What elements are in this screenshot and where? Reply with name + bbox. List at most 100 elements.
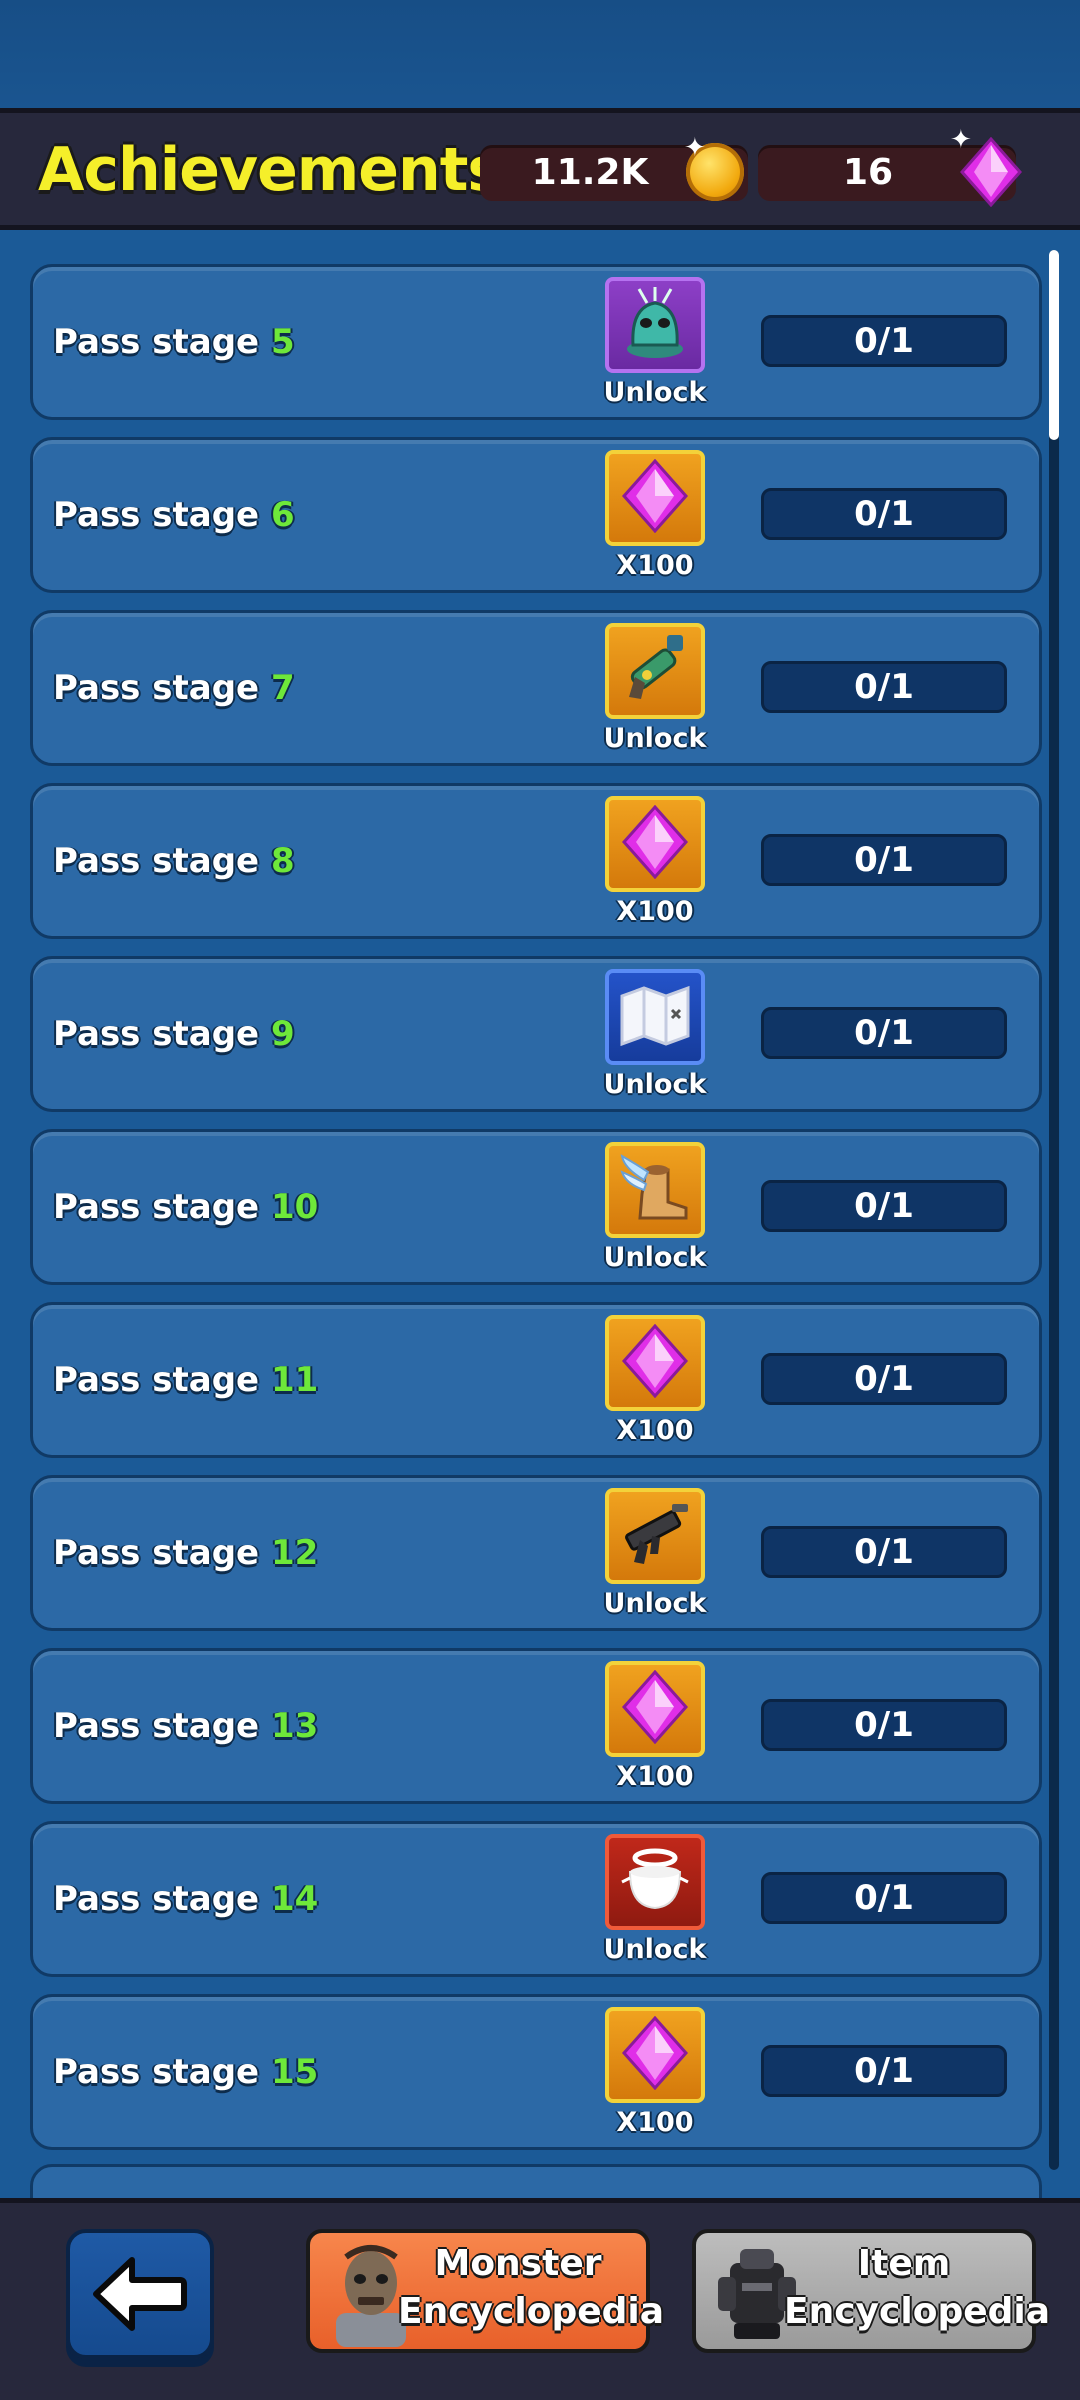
gem-icon [620, 2015, 690, 2094]
progress-text: 0/1 [854, 667, 914, 707]
achievement-prefix: Pass stage [53, 322, 271, 362]
achievement-row: Pass stage 7 Unlock 0/1 [30, 610, 1042, 766]
achievement-row: Pass stage 10 Unlock 0/1 [30, 1129, 1042, 1285]
achievement-prefix: Pass stage [53, 1014, 271, 1054]
reward-box[interactable] [605, 1834, 705, 1930]
achievement-label: Pass stage 11 [53, 1305, 318, 1455]
achievement-label: Pass stage 7 [53, 613, 295, 763]
sparkle-icon: ✦ [684, 133, 706, 163]
progress-text: 0/1 [854, 494, 914, 534]
reward-box[interactable] [605, 1661, 705, 1757]
gem-icon [620, 1669, 690, 1748]
reward-caption: X100 [616, 2107, 694, 2138]
achievement-label: Pass stage 10 [53, 1132, 318, 1282]
progress-bar: 0/1 [761, 661, 1007, 713]
achievement-row: Pass stage 13 X100 0/1 [30, 1648, 1042, 1804]
monster-encyclopedia-button[interactable]: Monster Encyclopedia [306, 2229, 665, 2353]
monster-encyclopedia-line2: Encyclopedia [398, 2291, 665, 2332]
stage-number: 15 [270, 2052, 319, 2092]
winged-boot-icon [616, 1150, 694, 1230]
gem-amount: 16 [842, 152, 894, 193]
smg-icon [616, 1496, 694, 1576]
stage-number: 13 [270, 1706, 319, 1746]
progress-text: 0/1 [854, 1013, 914, 1053]
item-encyclopedia-button[interactable]: Item Encyclopedia [692, 2229, 1050, 2353]
achievement-row: Pass stage 12 Unlock 0/1 [30, 1475, 1042, 1631]
achievement-prefix: Pass stage [53, 1360, 271, 1400]
achievement-row: Pass stage 14 Unlock 0/1 [30, 1821, 1042, 1977]
raygun-icon [617, 629, 693, 713]
progress-text: 0/1 [854, 1705, 914, 1745]
achievement-prefix: Pass stage [53, 1706, 271, 1746]
reward-box[interactable] [605, 796, 705, 892]
progress-bar: 0/1 [761, 1180, 1007, 1232]
footer-bar: Monster Encyclopedia Item Encyclopedia [0, 2198, 1080, 2400]
reward-caption: Unlock [603, 1069, 707, 1100]
progress-bar: 0/1 [761, 2045, 1007, 2097]
achievement-prefix: Pass stage [53, 1533, 271, 1573]
reward-caption: X100 [616, 1761, 694, 1792]
progress-text: 0/1 [854, 1878, 914, 1918]
sparkle-icon: ✦ [950, 125, 972, 155]
progress-text: 0/1 [854, 840, 914, 880]
reward-box[interactable] [605, 2007, 705, 2103]
reward-box[interactable] [605, 1315, 705, 1411]
reward-box[interactable] [605, 450, 705, 546]
reward-caption: Unlock [603, 1242, 707, 1273]
achievement-row: Pass stage 8 X100 0/1 [30, 783, 1042, 939]
reward-caption: Unlock [603, 1934, 707, 1965]
progress-text: 0/1 [854, 2051, 914, 2091]
stage-number: 5 [270, 322, 295, 362]
progress-bar: 0/1 [761, 1526, 1007, 1578]
map-icon [616, 980, 694, 1054]
achievement-list[interactable]: Pass stage 5 Unlock 0/1 Pass stage 6 X100 0/1… [0, 232, 1080, 2200]
back-arrow-icon [93, 2257, 187, 2331]
achievement-prefix: Pass stage [53, 2052, 271, 2092]
achievement-label: Pass stage 14 [53, 1824, 318, 1974]
achievement-label: Pass stage 9 [53, 959, 295, 1109]
reward-box[interactable] [605, 1142, 705, 1238]
halo-pot-icon [616, 1842, 694, 1922]
achievement-label: Pass stage 5 [53, 267, 295, 417]
achievement-row: Pass stage 15 X100 0/1 [30, 1994, 1042, 2150]
achievement-prefix: Pass stage [53, 841, 271, 881]
achievement-label: Pass stage 12 [53, 1478, 318, 1628]
top-background [0, 0, 1080, 110]
reward-caption: Unlock [603, 377, 707, 408]
gem-icon [620, 1323, 690, 1402]
back-button[interactable] [66, 2229, 214, 2359]
progress-bar: 0/1 [761, 1353, 1007, 1405]
monster-unlock-icon [617, 283, 693, 367]
achievement-prefix: Pass stage [53, 1879, 271, 1919]
progress-bar: 0/1 [761, 1699, 1007, 1751]
reward-box[interactable] [605, 623, 705, 719]
reward-caption: Unlock [603, 1588, 707, 1619]
achievement-row: Pass stage 5 Unlock 0/1 [30, 264, 1042, 420]
progress-bar: 0/1 [761, 315, 1007, 367]
reward-caption: Unlock [603, 723, 707, 754]
gem-icon [620, 458, 690, 537]
reward-box[interactable] [605, 277, 705, 373]
progress-text: 0/1 [854, 1186, 914, 1226]
item-encyclopedia-line1: Item [857, 2243, 951, 2284]
reward-box[interactable] [605, 969, 705, 1065]
achievement-row: Pass stage 9 Unlock 0/1 [30, 956, 1042, 1112]
progress-bar: 0/1 [761, 834, 1007, 886]
progress-bar: 0/1 [761, 1007, 1007, 1059]
reward-box[interactable] [605, 1488, 705, 1584]
scrollbar[interactable] [1049, 250, 1059, 2170]
progress-text: 0/1 [854, 321, 914, 361]
stage-number: 10 [270, 1187, 319, 1227]
achievement-row: Pass stage 11 X100 0/1 [30, 1302, 1042, 1458]
reward-caption: X100 [616, 1415, 694, 1446]
achievement-prefix: Pass stage [53, 495, 271, 535]
achievement-label: Pass stage 13 [53, 1651, 318, 1801]
achievement-label: Pass stage 8 [53, 786, 295, 936]
coin-amount: 11.2K [531, 152, 649, 193]
stage-number: 6 [270, 495, 295, 535]
progress-text: 0/1 [854, 1532, 914, 1572]
achievement-prefix: Pass stage [53, 668, 271, 708]
achievement-label: Pass stage 6 [53, 440, 295, 590]
stage-number: 8 [270, 841, 295, 881]
scrollbar-thumb[interactable] [1049, 250, 1059, 440]
